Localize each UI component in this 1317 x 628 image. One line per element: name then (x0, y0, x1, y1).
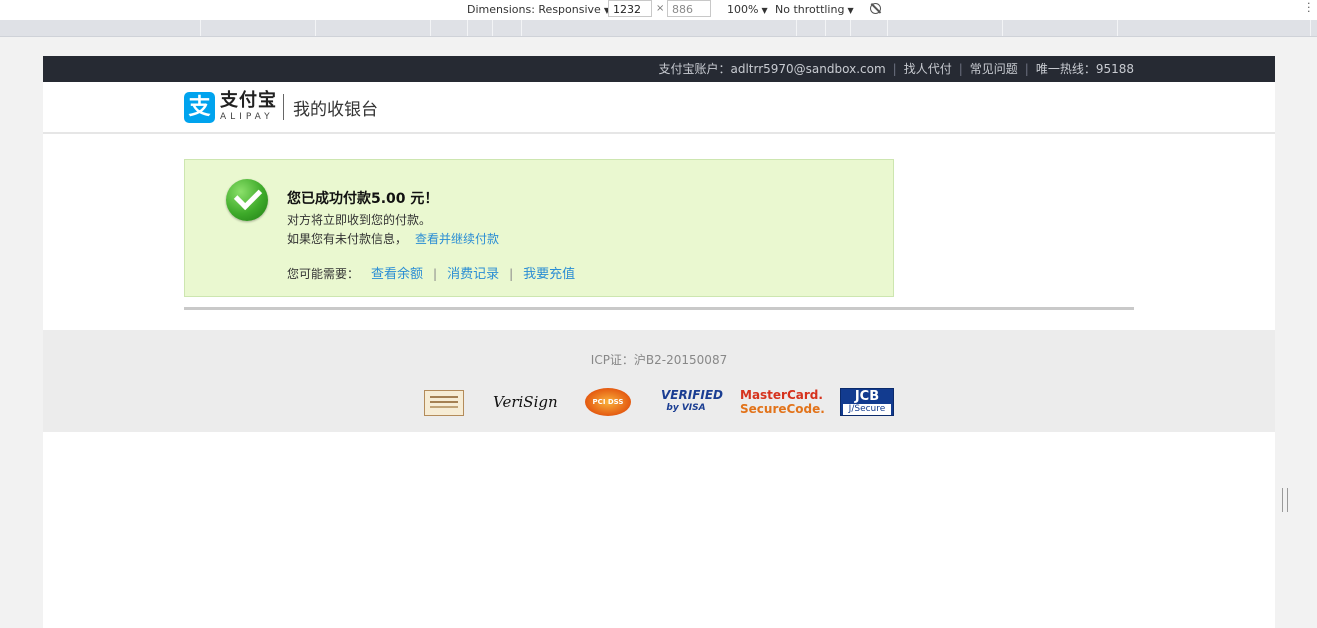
dimensions-label: Dimensions: Responsive (467, 3, 601, 16)
ruler-segment[interactable] (467, 20, 468, 36)
alipay-logo-icon[interactable]: 支 (184, 92, 215, 123)
logo-divider (283, 94, 284, 120)
success-message: 对方将立即收到您的付款。 (287, 213, 432, 227)
cashier-header: 支 支付宝 ALIPAY 我的收银台 (43, 82, 1275, 134)
jcb-jsecure-badge[interactable]: JCB J/Secure (840, 388, 894, 416)
view-balance-link[interactable]: 查看余额 (371, 267, 423, 282)
rotate-icon[interactable] (870, 3, 881, 14)
ruler-segment[interactable] (850, 20, 851, 36)
devtools-device-toolbar: Dimensions: Responsive ▼ 1232 × 886 100% ▼… (0, 0, 1317, 21)
times-icon: × (656, 3, 665, 14)
page-title: 我的收银台 (293, 100, 378, 120)
certificate-badge-icon[interactable] (424, 390, 464, 416)
success-headline: 您已成功付款5.00 元！ (287, 191, 439, 207)
success-check-icon (226, 179, 268, 221)
suggested-actions-label: 您可能需要： (287, 267, 360, 281)
throttling-dropdown[interactable]: No throttling ▼ (775, 3, 854, 16)
visa-line2: by VISA (666, 403, 706, 413)
alipay-topbar: 支付宝账户：adltrr5970@sandbox.com | 找人代付 | 常见问题 | 唯… (43, 56, 1275, 82)
spending-records-link[interactable]: 消费记录 (447, 267, 499, 282)
unpaid-info-text: 如果您有未付款信息， (287, 232, 408, 246)
separator: | (958, 62, 963, 76)
zoom-label: 100% (727, 3, 759, 16)
ruler-segment[interactable] (887, 20, 888, 36)
separator: | (892, 62, 897, 76)
media-query-ruler[interactable] (0, 20, 1317, 37)
divider (184, 307, 1134, 310)
suggested-actions: 您可能需要： 查看余额 | 消费记录 | 我要充值 (287, 263, 577, 282)
logo-cn: 支付宝 (220, 90, 277, 111)
more-options-icon[interactable]: · · · (1307, 0, 1311, 17)
ruler-segment[interactable] (492, 20, 493, 36)
jcb-line2: J/Secure (843, 404, 891, 415)
emulated-page: 支付宝账户：adltrr5970@sandbox.com | 找人代付 | 常见问题 | 唯… (43, 56, 1275, 628)
pci-dss-badge[interactable]: PCI DSS (585, 388, 631, 416)
verified-by-visa-badge[interactable]: VERIFIED by VISA (661, 388, 724, 416)
ruler-segment[interactable] (1002, 20, 1003, 36)
ruler-segment[interactable] (1310, 20, 1311, 36)
ruler-segment[interactable] (796, 20, 797, 36)
throttling-label: No throttling (775, 3, 845, 16)
top-up-link[interactable]: 我要充值 (523, 267, 575, 282)
logo-en: ALIPAY (220, 112, 274, 122)
view-continue-payment-link[interactable]: 查看并继续付款 (415, 232, 499, 246)
height-input[interactable]: 886 (667, 0, 711, 17)
separator: | (433, 267, 438, 281)
mc-line1: MasterCard. (740, 388, 823, 402)
dropdown-arrow-icon: ▼ (847, 6, 854, 15)
separator: | (509, 267, 514, 281)
topbar-links: 支付宝账户：adltrr5970@sandbox.com | 找人代付 | 常见问题 | 唯… (658, 56, 1134, 82)
faq-link[interactable]: 常见问题 (970, 62, 1018, 76)
unpaid-info-line: 如果您有未付款信息， 查看并继续付款 (287, 230, 499, 247)
zoom-dropdown[interactable]: 100% ▼ (727, 3, 768, 16)
dimensions-dropdown[interactable]: Dimensions: Responsive ▼ (467, 3, 610, 16)
jcb-line1: JCB (854, 389, 880, 404)
ruler-segment[interactable] (1117, 20, 1118, 36)
ruler-segment[interactable] (315, 20, 316, 36)
ruler-segment[interactable] (521, 20, 522, 36)
verisign-badge[interactable]: VeriSign (493, 388, 558, 416)
resize-handle[interactable] (1282, 488, 1288, 512)
icp-license: ICP证：沪B2-20150087 (590, 353, 728, 367)
ruler-segment[interactable] (825, 20, 826, 36)
payment-success-panel: 您已成功付款5.00 元！ 对方将立即收到您的付款。 如果您有未付款信息， 查看并… (184, 159, 894, 297)
page-footer: ICP证：沪B2-20150087 VeriSign PCI DSS VERIF… (43, 330, 1275, 432)
dropdown-arrow-icon: ▼ (761, 6, 768, 15)
mc-line2: SecureCode. (740, 402, 825, 416)
hotline: 唯一热线：95188 (1035, 62, 1134, 76)
separator: | (1024, 62, 1029, 76)
ruler-segment[interactable] (430, 20, 431, 36)
visa-line1: VERIFIED (661, 388, 724, 402)
account-info: 支付宝账户：adltrr5970@sandbox.com (658, 62, 886, 76)
alipay-logo-text[interactable]: 支付宝 ALIPAY (220, 90, 277, 122)
width-input[interactable]: 1232 (608, 0, 652, 17)
find-payer-link[interactable]: 找人代付 (904, 62, 952, 76)
mastercard-securecode-badge[interactable]: MasterCard. SecureCode. (740, 388, 825, 416)
ruler-segment[interactable] (200, 20, 201, 36)
